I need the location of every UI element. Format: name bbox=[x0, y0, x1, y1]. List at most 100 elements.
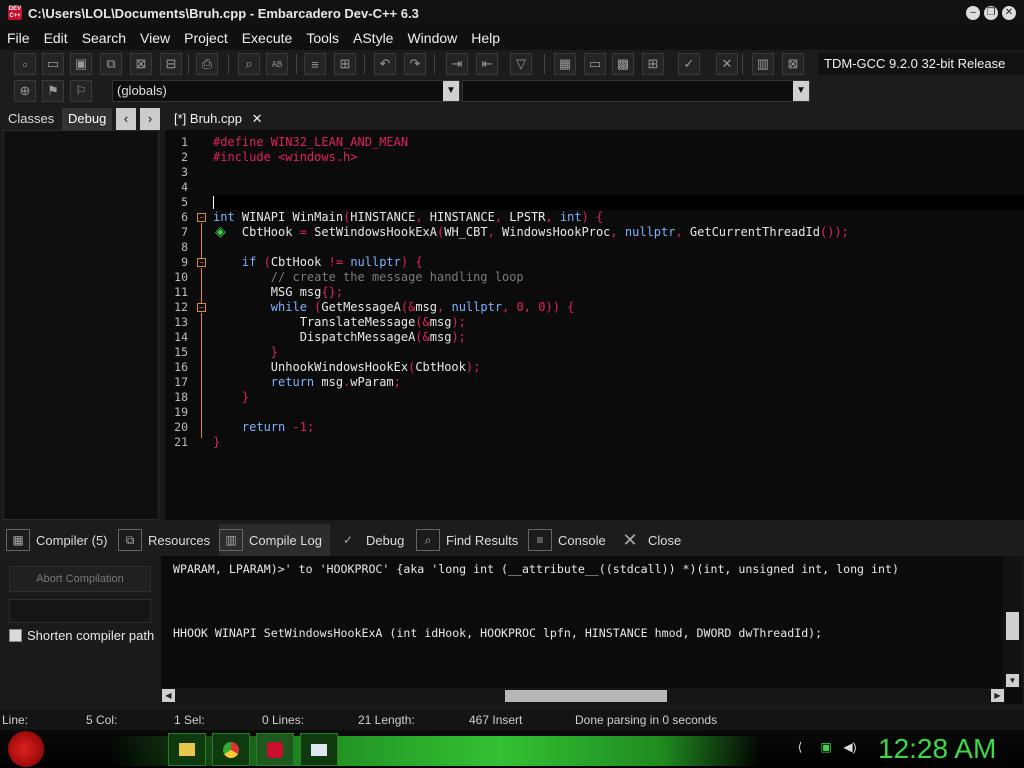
replace-icon[interactable]: AB bbox=[266, 53, 288, 75]
code-line[interactable]: #define WIN32_LEAN_AND_MEAN bbox=[213, 135, 1024, 150]
goto-icon[interactable]: ≡ bbox=[304, 53, 326, 75]
code-line[interactable]: } bbox=[213, 345, 1024, 360]
code-line[interactable] bbox=[213, 165, 1024, 180]
code-line[interactable] bbox=[213, 240, 1024, 255]
restore-button[interactable]: ❐ bbox=[984, 6, 998, 20]
delete-profile-icon[interactable]: ⊠ bbox=[782, 53, 804, 75]
close-file-icon[interactable]: ⊠ bbox=[130, 53, 152, 75]
code-line[interactable]: CbtHook = SetWindowsHookExA(WH_CBT, Wind… bbox=[213, 225, 1024, 240]
menu-edit[interactable]: Edit bbox=[37, 30, 75, 46]
tab-classes[interactable]: Classes bbox=[2, 108, 60, 130]
menu-search[interactable]: Search bbox=[75, 30, 133, 46]
new-file-icon[interactable]: ▫ bbox=[14, 53, 36, 75]
code-line[interactable]: DispatchMessageA(&msg); bbox=[213, 330, 1024, 345]
tab-debug[interactable]: Debug bbox=[62, 108, 113, 130]
compiler-select[interactable]: TDM-GCC 9.2.0 32-bit Release bbox=[818, 53, 1024, 75]
stop-icon[interactable]: ✕ bbox=[716, 53, 738, 75]
tab-debug-output[interactable]: ✓ Debug bbox=[336, 524, 404, 556]
code-line[interactable]: } bbox=[213, 390, 1024, 405]
code-line[interactable]: while (GetMessageA(&msg, nullptr, 0, 0))… bbox=[213, 300, 1024, 315]
minimize-button[interactable]: ‒ bbox=[966, 6, 980, 20]
fold-toggle-icon[interactable]: − bbox=[197, 213, 206, 222]
tab-resources[interactable]: ⧉ Resources bbox=[118, 524, 210, 556]
volume-icon[interactable]: ◀) bbox=[842, 740, 858, 756]
chevron-left-icon[interactable]: ◀ bbox=[162, 689, 175, 702]
code-line[interactable]: TranslateMessage(&msg); bbox=[213, 315, 1024, 330]
scope-combobox[interactable]: (globals) ▼ bbox=[112, 80, 460, 102]
log-horizontal-scrollbar[interactable]: ◀ ▶ bbox=[161, 688, 1005, 704]
menu-tools[interactable]: Tools bbox=[299, 30, 346, 46]
code-line[interactable] bbox=[213, 195, 1024, 210]
menu-project[interactable]: Project bbox=[177, 30, 235, 46]
code-editor[interactable]: 1 2 3 4 5 6 7 8 9 10 11 12 13 14 15 16 1… bbox=[165, 130, 1024, 520]
unindent-icon[interactable]: ⇤ bbox=[476, 53, 498, 75]
scroll-thumb[interactable] bbox=[505, 690, 667, 702]
toggle-comment-icon[interactable]: ▽ bbox=[510, 53, 532, 75]
chevron-left-icon[interactable]: ‹ bbox=[116, 108, 136, 130]
file-explorer-icon[interactable] bbox=[168, 733, 206, 766]
network-icon[interactable]: ▣ bbox=[818, 740, 834, 756]
code-line[interactable]: // create the message handling loop bbox=[213, 270, 1024, 285]
check-syntax-icon[interactable]: ✓ bbox=[678, 53, 700, 75]
function-combobox[interactable]: ▼ bbox=[462, 80, 810, 102]
menu-window[interactable]: Window bbox=[400, 30, 464, 46]
log-vertical-scrollbar[interactable]: ▼ bbox=[1003, 556, 1023, 688]
run-icon[interactable]: ▭ bbox=[584, 53, 606, 75]
code-line[interactable]: return msg.wParam; bbox=[213, 375, 1024, 390]
code-line[interactable]: #include <windows.h> bbox=[213, 150, 1024, 165]
chevron-right-icon[interactable]: ▶ bbox=[991, 689, 1004, 702]
chrome-icon[interactable] bbox=[212, 733, 250, 766]
devcpp-taskbar-icon[interactable] bbox=[256, 733, 294, 766]
tab-bruh-cpp[interactable]: [*] Bruh.cpp ✕ bbox=[168, 107, 269, 130]
code-line[interactable]: MSG msg{}; bbox=[213, 285, 1024, 300]
show-hidden-icons-icon[interactable]: ⟨ bbox=[792, 740, 808, 756]
find-icon[interactable]: ⌕ bbox=[238, 53, 260, 75]
close-all-icon[interactable]: ⊟ bbox=[160, 53, 182, 75]
scroll-thumb[interactable] bbox=[1006, 612, 1019, 640]
menu-execute[interactable]: Execute bbox=[235, 30, 300, 46]
new-project-icon[interactable]: ⊕ bbox=[14, 80, 36, 102]
window-app-icon[interactable] bbox=[300, 733, 338, 766]
code-line[interactable]: UnhookWindowsHookEx(CbtHook); bbox=[213, 360, 1024, 375]
clock[interactable]: 12:28 AM bbox=[878, 733, 996, 765]
menu-view[interactable]: View bbox=[133, 30, 177, 46]
tab-find-results[interactable]: ⌕ Find Results bbox=[416, 524, 518, 556]
bookmark-icon[interactable]: ⊞ bbox=[334, 53, 356, 75]
close-window-button[interactable]: ✕ bbox=[1002, 6, 1016, 20]
start-button-angry-bird-icon[interactable] bbox=[8, 731, 44, 767]
indent-icon[interactable]: ⇥ bbox=[446, 53, 468, 75]
open-folder-icon[interactable]: ▭ bbox=[42, 53, 64, 75]
undo-icon[interactable]: ↶ bbox=[374, 53, 396, 75]
save-icon[interactable]: ▣ bbox=[70, 53, 92, 75]
save-all-icon[interactable]: ⧉ bbox=[100, 53, 122, 75]
compile-run-icon[interactable]: ▩ bbox=[612, 53, 634, 75]
shorten-compiler-path-checkbox[interactable]: Shorten compiler path bbox=[9, 628, 154, 643]
profile-icon[interactable]: ▥ bbox=[752, 53, 774, 75]
close-icon[interactable]: ✕ bbox=[252, 111, 263, 126]
chevron-down-icon[interactable]: ▼ bbox=[1006, 674, 1019, 687]
abort-compilation-button[interactable]: Abort Compilation bbox=[9, 566, 151, 592]
menu-file[interactable]: File bbox=[0, 30, 37, 46]
chevron-right-icon[interactable]: › bbox=[140, 108, 160, 130]
goto-bookmark-icon[interactable]: ⚐ bbox=[70, 80, 92, 102]
chevron-down-icon[interactable]: ▼ bbox=[793, 81, 809, 101]
menu-help[interactable]: Help bbox=[464, 30, 507, 46]
rebuild-icon[interactable]: ⊞ bbox=[642, 53, 664, 75]
menu-astyle[interactable]: AStyle bbox=[346, 30, 400, 46]
compile-log-output[interactable]: WPARAM, LPARAM)>' to 'HOOKPROC' {aka 'lo… bbox=[161, 556, 1023, 704]
fold-toggle-icon[interactable]: − bbox=[197, 303, 206, 312]
checkbox[interactable] bbox=[9, 629, 22, 642]
code-line[interactable] bbox=[213, 405, 1024, 420]
code-line[interactable]: } bbox=[213, 435, 1024, 450]
code-line[interactable]: int WINAPI WinMain(HINSTANCE, HINSTANCE,… bbox=[213, 210, 1024, 225]
code-line[interactable]: if (CbtHook != nullptr) { bbox=[213, 255, 1024, 270]
tab-compile-log[interactable]: ▥ Compile Log bbox=[219, 524, 330, 556]
fold-toggle-icon[interactable]: − bbox=[197, 258, 206, 267]
tab-compiler[interactable]: ▦ Compiler (5) bbox=[6, 524, 108, 556]
print-icon[interactable]: ⎙ bbox=[196, 53, 218, 75]
code-line[interactable] bbox=[213, 180, 1024, 195]
redo-icon[interactable]: ↷ bbox=[404, 53, 426, 75]
compile-icon[interactable]: ▦ bbox=[554, 53, 576, 75]
toggle-bookmark-icon[interactable]: ⚑ bbox=[42, 80, 64, 102]
tab-console[interactable]: ≡ Console bbox=[528, 524, 606, 556]
